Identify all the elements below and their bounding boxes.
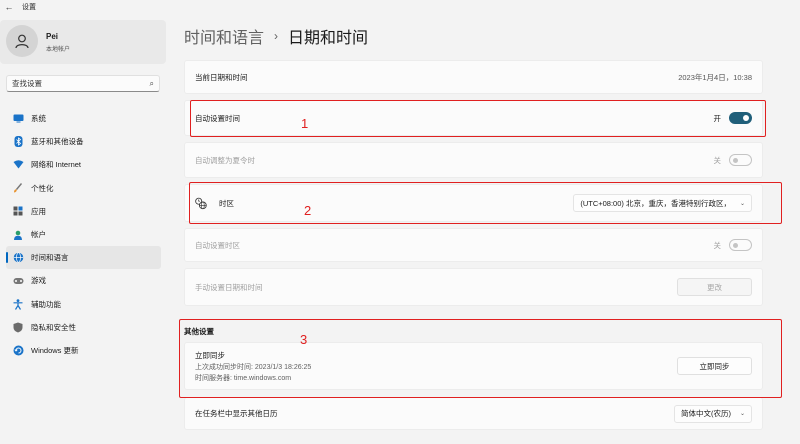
sidebar-item-network[interactable]: 网络和 Internet — [6, 153, 161, 176]
auto-dst-row: 自动调整为夏令时 关 — [184, 142, 763, 178]
current-datetime-row: 当前日期和时间 2023年1月4日，10:38 — [184, 60, 763, 94]
brush-icon — [12, 182, 24, 194]
person-icon — [15, 34, 29, 49]
sidebar-item-system[interactable]: 系统 — [6, 107, 161, 130]
page-title: 日期和时间 — [288, 30, 369, 47]
monitor-icon — [12, 113, 24, 125]
sidebar-item-accounts[interactable]: 帐户 — [6, 223, 161, 246]
annotation-number: 1 — [301, 116, 309, 131]
calendar-label: 在任务栏中显示其他日历 — [195, 409, 278, 418]
sidebar-item-label: Windows 更新 — [31, 345, 79, 355]
current-datetime-label: 当前日期和时间 — [195, 72, 248, 82]
sidebar-item-label: 辅助功能 — [31, 299, 61, 309]
search-box[interactable]: ⌕ — [6, 75, 160, 92]
person-icon — [12, 229, 24, 241]
sidebar-item-gaming[interactable]: 游戏 — [6, 269, 161, 292]
user-profile[interactable]: Pei 本地帐户 — [0, 20, 166, 64]
sidebar-item-label: 隐私和安全性 — [31, 322, 76, 332]
chevron-down-icon: ⌄ — [739, 411, 745, 417]
current-datetime-value: 2023年1月4日，10:38 — [678, 72, 752, 82]
calendar-row: 在任务栏中显示其他日历 简体中文(农历) ⌄ — [184, 397, 763, 430]
auto-dst-label: 自动调整为夏令时 — [195, 155, 255, 165]
sidebar-item-personalization[interactable]: 个性化 — [6, 177, 161, 200]
gamepad-icon — [12, 275, 24, 287]
sidebar-nav: 系统 蓝牙和其他设备 网络和 Internet 个性化 应用 帐户 时间和语言 … — [6, 107, 161, 362]
globe-clock-icon — [12, 252, 24, 264]
annotation-number: 3 — [300, 332, 308, 347]
search-icon[interactable]: ⌕ — [144, 79, 154, 89]
annotation-box — [189, 182, 782, 224]
breadcrumb-parent[interactable]: 时间和语言 — [184, 24, 264, 48]
search-input[interactable] — [12, 79, 144, 88]
annotation-number: 2 — [304, 203, 312, 218]
sidebar-item-bluetooth[interactable]: 蓝牙和其他设备 — [6, 130, 161, 153]
sidebar-item-label: 帐户 — [31, 230, 46, 240]
manual-datetime-label: 手动设置日期和时间 — [195, 282, 263, 292]
change-datetime-button[interactable]: 更改 — [677, 278, 752, 296]
auto-dst-state: 关 — [713, 155, 722, 165]
sidebar-item-privacy[interactable]: 隐私和安全性 — [6, 316, 161, 339]
account-type: 本地帐户 — [46, 47, 71, 53]
calendar-value: 简体中文(农历) — [680, 409, 731, 418]
bluetooth-icon — [12, 136, 24, 148]
annotation-box — [179, 319, 782, 398]
sidebar-item-label: 网络和 Internet — [31, 160, 82, 170]
sidebar-item-label: 游戏 — [31, 276, 46, 286]
sidebar-item-label: 应用 — [31, 206, 46, 216]
shield-icon — [12, 321, 24, 333]
auto-timezone-state: 关 — [713, 240, 722, 250]
back-arrow-icon: ← — [4, 2, 14, 12]
title-bar: ← 设置 — [0, 0, 800, 14]
breadcrumb: 时间和语言 › 日期和时间 — [184, 24, 368, 48]
avatar — [6, 25, 38, 57]
update-icon — [12, 344, 24, 356]
manual-datetime-row: 手动设置日期和时间 更改 — [184, 268, 763, 306]
sidebar-item-windows-update[interactable]: Windows 更新 — [6, 339, 161, 362]
auto-timezone-row: 自动设置时区 关 — [184, 228, 763, 262]
sidebar-item-label: 系统 — [31, 114, 46, 124]
apps-icon — [12, 205, 24, 217]
sidebar-item-apps[interactable]: 应用 — [6, 200, 161, 223]
auto-dst-toggle[interactable] — [729, 154, 752, 166]
auto-timezone-toggle[interactable] — [729, 239, 752, 251]
annotation-box — [190, 100, 766, 137]
back-button[interactable]: ← — [0, 0, 18, 14]
sidebar-item-label: 个性化 — [31, 183, 54, 193]
window-title: 设置 — [22, 4, 36, 11]
accessibility-icon — [12, 298, 24, 310]
sidebar-item-accessibility[interactable]: 辅助功能 — [6, 293, 161, 316]
calendar-select[interactable]: 简体中文(农历) ⌄ — [673, 404, 752, 423]
auto-timezone-label: 自动设置时区 — [195, 240, 240, 250]
sidebar-item-label: 时间和语言 — [31, 253, 69, 263]
wifi-icon — [12, 159, 24, 171]
sidebar-item-time-language[interactable]: 时间和语言 — [6, 246, 161, 270]
sidebar-item-label: 蓝牙和其他设备 — [31, 137, 84, 147]
breadcrumb-separator: › — [274, 29, 279, 43]
user-name: Pei — [46, 32, 59, 41]
